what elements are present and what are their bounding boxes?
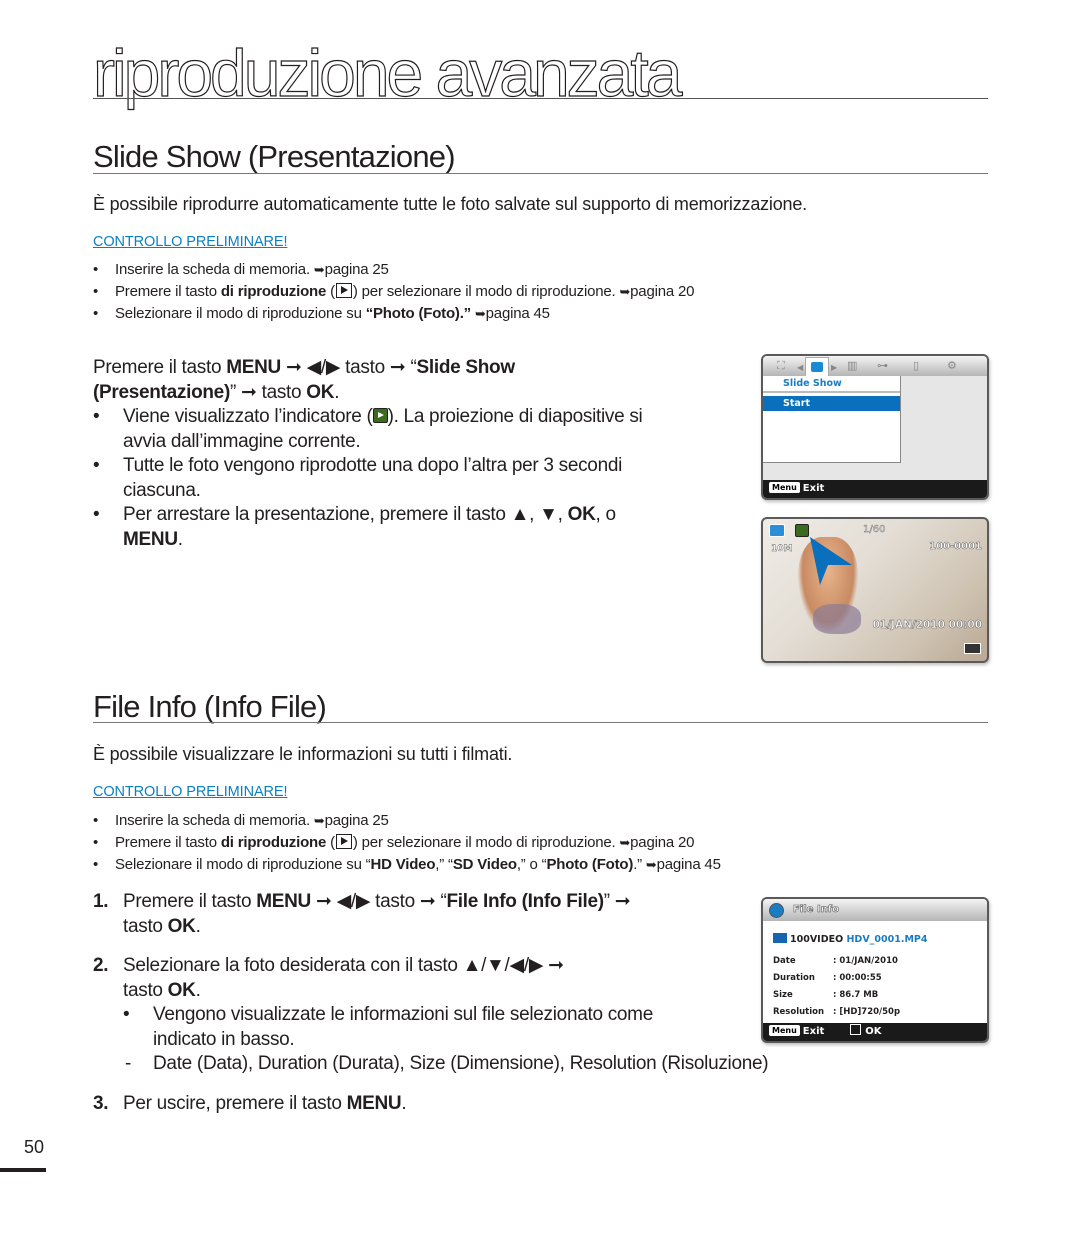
menu-key[interactable]: Menu bbox=[769, 1025, 800, 1036]
page-number: 50 bbox=[24, 1137, 45, 1157]
step-3: 3. Per uscire, premere il tasto MENU. bbox=[93, 1092, 407, 1114]
section-rule bbox=[93, 722, 988, 723]
left-right-key-icon: ◀/▶ bbox=[336, 891, 371, 912]
list-item: Per arrestare la presentazione, premere … bbox=[93, 503, 733, 528]
playback-screen: 10M 1/60 100-0001 01/JAN/2010 00:00 bbox=[761, 517, 989, 663]
file-info-footer: Menu Exit OK bbox=[763, 1023, 987, 1041]
menu-footer: Menu Exit bbox=[763, 480, 987, 498]
tab-slideshow[interactable] bbox=[805, 357, 829, 377]
file-info-table: Date: 01/JAN/2010 Duration: 00:00:55 Siz… bbox=[773, 953, 900, 1021]
arrow-right-icon: ➞ bbox=[315, 891, 332, 912]
menu-screen: ⛶ ◀ ▶ ▥ ⊶ ▯ ⚙ Slide Show Start Menu Exit bbox=[761, 354, 989, 500]
page-ref-arrow-icon: ➥ bbox=[619, 835, 631, 850]
section-intro: È possibile visualizzare le informazioni… bbox=[93, 744, 513, 764]
list-item: Premere il tasto di riproduzione () per … bbox=[93, 281, 694, 303]
file-info-icon[interactable]: ▯ bbox=[913, 359, 919, 373]
tab-left-arrow-icon[interactable]: ◀ bbox=[797, 361, 803, 375]
page-number-rule bbox=[0, 1168, 46, 1172]
page-ref[interactable]: pagina 45 bbox=[486, 305, 550, 322]
precheck-list: Inserire la scheda di memoria. ➥pagina 2… bbox=[93, 259, 694, 325]
resolution-badge: 10M bbox=[771, 544, 793, 554]
file-path: 100VIDEO HDV_0001.MP4 bbox=[773, 933, 928, 945]
list-item-continued: avvia dall’immagine corrente. bbox=[123, 430, 361, 452]
cursor-pointer-icon bbox=[810, 537, 852, 585]
chapter-title: riproduzione avanzata bbox=[92, 36, 683, 110]
section-rule bbox=[93, 173, 988, 174]
slideshow-icon bbox=[811, 362, 823, 372]
list-item: Viene visualizzato l’indicatore (). La p… bbox=[93, 405, 733, 430]
page-ref-arrow-icon: ➥ bbox=[313, 262, 325, 277]
folder-name: 100VIDEO bbox=[790, 934, 844, 945]
section-title-file-info: File Info (Info File) bbox=[93, 689, 327, 724]
play-button-icon bbox=[335, 283, 352, 298]
menu-key[interactable]: Menu bbox=[769, 482, 800, 493]
page-ref[interactable]: pagina 25 bbox=[325, 812, 389, 829]
page-ref-arrow-icon: ➥ bbox=[645, 857, 657, 872]
menu-title: Slide Show bbox=[763, 376, 900, 393]
precheck-list: Inserire la scheda di memoria. ➥pagina 2… bbox=[93, 810, 721, 876]
section-title-slide-show: Slide Show (Presentazione) bbox=[93, 139, 456, 174]
list-item: Inserire la scheda di memoria. ➥pagina 2… bbox=[93, 259, 694, 281]
photo-mode-icon[interactable]: ⛶ bbox=[777, 359, 785, 373]
file-info-header: File Info bbox=[763, 899, 987, 921]
ok-label[interactable]: OK bbox=[865, 1026, 881, 1037]
page-ref[interactable]: pagina 25 bbox=[325, 261, 389, 278]
step-line: (Presentazione)” ➞ tasto OK. bbox=[93, 381, 340, 403]
precheck-link[interactable]: CONTROLLO PRELIMINARE! bbox=[93, 234, 288, 250]
datetime-stamp: 01/JAN/2010 00:00 bbox=[872, 619, 982, 632]
list-item: Tutte le foto vengono riprodotte una dop… bbox=[93, 454, 733, 479]
exit-label: Exit bbox=[802, 483, 825, 494]
list-item: Inserire la scheda di memoria. ➥pagina 2… bbox=[93, 810, 721, 832]
page-ref-arrow-icon: ➥ bbox=[474, 306, 486, 321]
arrow-right-icon: ➞ bbox=[614, 891, 631, 912]
arrow-right-icon: ➞ bbox=[285, 357, 302, 378]
arrow-right-icon: ➞ bbox=[419, 891, 436, 912]
photo-detail bbox=[813, 604, 861, 634]
list-item-continued: ciascuna. bbox=[123, 479, 201, 501]
tab-right-arrow-icon[interactable]: ▶ bbox=[831, 361, 837, 375]
step-2-dash-item: - Date (Data), Duration (Durata), Size (D… bbox=[125, 1053, 769, 1074]
slideshow-indicator-icon bbox=[372, 408, 388, 423]
play-button-icon bbox=[335, 834, 352, 849]
info-row: Resolution: [HD]720/50p bbox=[773, 1007, 901, 1017]
file-info-screen: File Info 100VIDEO HDV_0001.MP4 Date: 01… bbox=[761, 897, 989, 1043]
menu-panel: Slide Show Start bbox=[763, 376, 901, 463]
settings-gear-icon[interactable]: ⚙ bbox=[947, 359, 957, 373]
arrow-right-icon: ➞ bbox=[548, 955, 564, 976]
list-item: Premere il tasto di riproduzione () per … bbox=[93, 832, 721, 854]
joystick-icon bbox=[850, 1024, 862, 1035]
screen-title: File Info bbox=[793, 904, 840, 916]
delete-icon[interactable]: ▥ bbox=[847, 359, 857, 373]
step-line: Premere il tasto MENU ➞ ◀/▶ tasto ➞ “Sli… bbox=[93, 357, 515, 378]
file-info-icon bbox=[769, 903, 784, 918]
page-ref[interactable]: pagina 45 bbox=[657, 856, 721, 873]
info-row: Date: 01/JAN/2010 bbox=[773, 956, 898, 966]
folder-icon bbox=[773, 933, 787, 943]
page-ref[interactable]: pagina 20 bbox=[630, 283, 694, 300]
list-item: Selezionare il modo di riproduzione su “… bbox=[93, 303, 694, 325]
list-item-continued: MENU. bbox=[123, 528, 183, 550]
menu-tab-bar: ⛶ ◀ ▶ ▥ ⊶ ▯ ⚙ bbox=[763, 356, 987, 377]
info-row: Duration: 00:00:55 bbox=[773, 973, 882, 983]
page-ref[interactable]: pagina 20 bbox=[630, 834, 694, 851]
left-right-key-icon: ◀/▶ bbox=[306, 357, 341, 378]
protect-key-icon[interactable]: ⊶ bbox=[877, 359, 888, 373]
exit-label: Exit bbox=[802, 1026, 825, 1037]
chapter-rule bbox=[93, 98, 988, 99]
slideshow-instructions: Premere il tasto MENU ➞ ◀/▶ tasto ➞ “Sli… bbox=[93, 356, 733, 552]
file-number: 100-0001 bbox=[929, 541, 982, 553]
photo-mode-icon bbox=[769, 524, 785, 537]
section-intro: È possibile riprodurre automaticamente t… bbox=[93, 194, 807, 214]
page-ref-arrow-icon: ➥ bbox=[619, 284, 631, 299]
precheck-link[interactable]: CONTROLLO PRELIMINARE! bbox=[93, 784, 288, 800]
list-item: Selezionare il modo di riproduzione su “… bbox=[93, 854, 721, 876]
info-row: Size: 86.7 MB bbox=[773, 990, 879, 1000]
page-ref-arrow-icon: ➥ bbox=[313, 813, 325, 828]
arrow-right-icon: ➞ bbox=[389, 357, 406, 378]
file-name: HDV_0001.MP4 bbox=[846, 934, 928, 945]
menu-option-start[interactable]: Start bbox=[763, 396, 900, 411]
photo-counter: 1/60 bbox=[863, 524, 886, 536]
arrow-right-icon: ➞ bbox=[241, 381, 257, 403]
battery-icon bbox=[964, 643, 981, 654]
